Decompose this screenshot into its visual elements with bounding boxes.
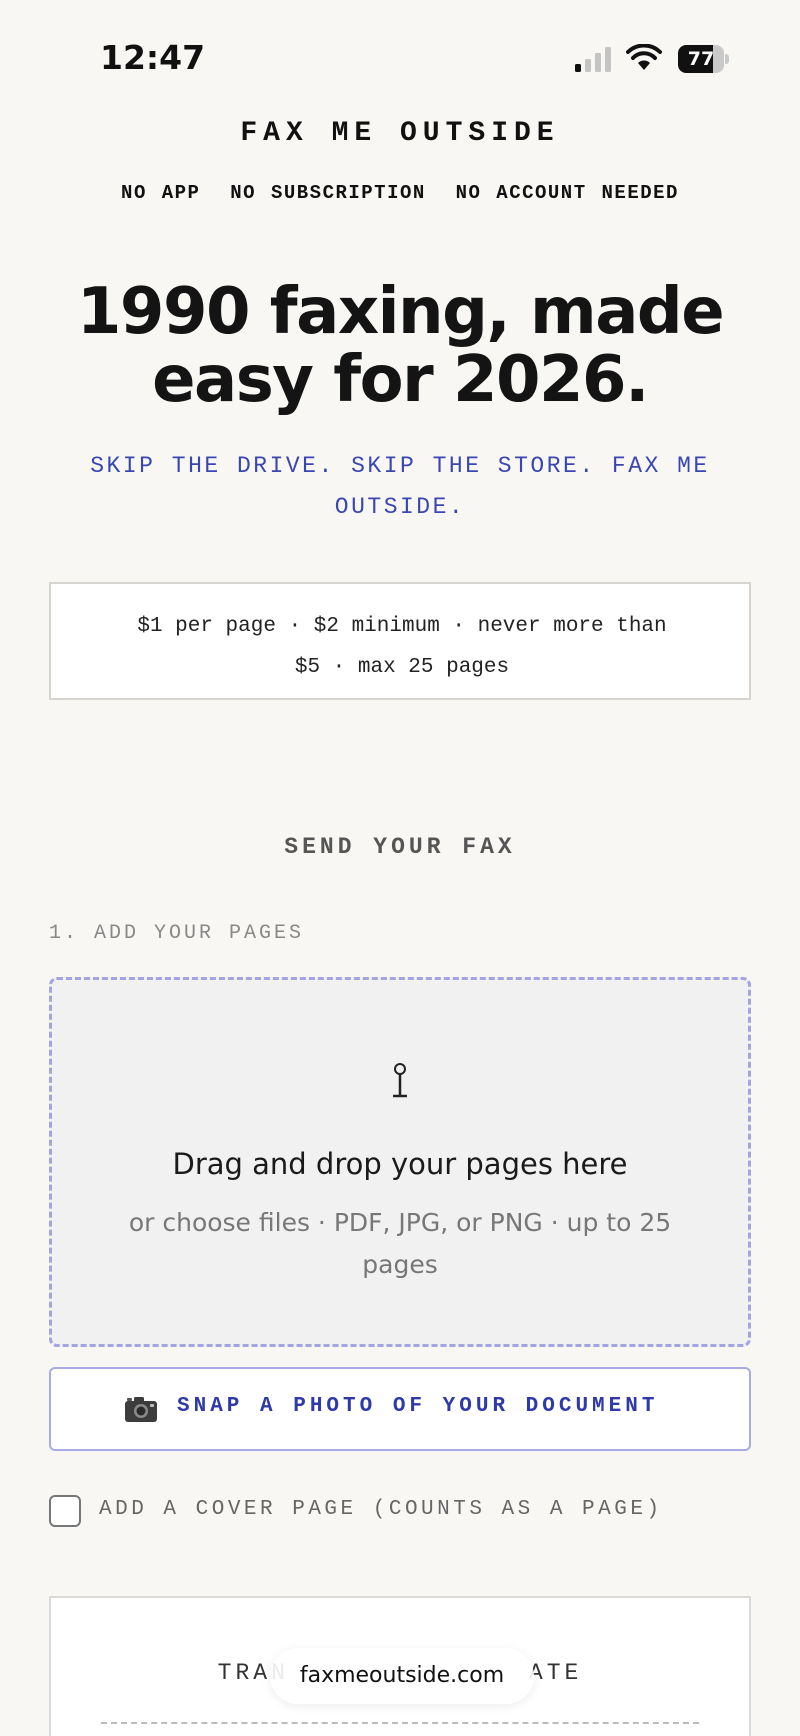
headline-line-2: easy for 2026. <box>152 343 649 417</box>
status-time: 12:47 <box>100 38 206 77</box>
headline: 1990 faxing, made easy for 2026. <box>0 278 800 414</box>
brand-title: FAX ME OUTSIDE <box>240 118 560 149</box>
snap-photo-label: SNAP A PHOTO OF YOUR DOCUMENT <box>177 1395 659 1418</box>
pricing-line-1: $1 per page · $2 minimum · never more th… <box>137 615 667 638</box>
dropzone-title: Drag and drop your pages here <box>172 1147 628 1181</box>
pricing-text: $1 per page · $2 minimum · never more th… <box>81 606 723 688</box>
pricing-line-2: $5 · max 25 pages <box>294 656 510 679</box>
status-bar: 12:47 77 <box>0 0 800 110</box>
signal-icon <box>575 47 611 72</box>
browser-url-bar[interactable]: faxmeoutside.com <box>270 1648 534 1704</box>
camera-icon <box>125 1397 157 1422</box>
cover-page-option[interactable]: ADD A COVER PAGE (COUNTS AS A PAGE) <box>49 1494 751 1528</box>
battery-level: 77 <box>687 48 715 70</box>
estimate-divider <box>101 1722 699 1724</box>
subheadline: SKIP THE DRIVE. SKIP THE STORE. FAX ME O… <box>90 453 710 520</box>
section-title: SEND YOUR FAX <box>284 834 516 860</box>
tagline: NO APP NO SUBSCRIPTION NO ACCOUNT NEEDED <box>121 182 679 204</box>
dropzone-subtitle-line-2: pages <box>362 1250 438 1279</box>
dropzone-subtitle-line-1: or choose files · PDF, JPG, or PNG · up … <box>128 1208 672 1237</box>
snap-photo-button[interactable]: SNAP A PHOTO OF YOUR DOCUMENT <box>49 1367 751 1451</box>
step-label: 1. ADD YOUR PAGES <box>49 922 305 945</box>
file-dropzone[interactable]: Drag and drop your pages here or choose … <box>49 977 751 1347</box>
battery-icon: 77 <box>678 45 729 73</box>
cover-page-checkbox[interactable] <box>49 1495 81 1527</box>
cover-page-label: ADD A COVER PAGE (COUNTS AS A PAGE) <box>99 1498 663 1521</box>
browser-url: faxmeoutside.com <box>299 1663 505 1688</box>
pricing-box: $1 per page · $2 minimum · never more th… <box>49 582 751 700</box>
dropzone-subtitle: or choose files · PDF, JPG, or PNG · up … <box>92 1202 708 1286</box>
wifi-icon <box>626 44 662 70</box>
cursor-icon <box>393 1063 407 1098</box>
headline-line-1: 1990 faxing, made <box>76 275 725 349</box>
estimate-title-right: ATE <box>528 1660 583 1686</box>
